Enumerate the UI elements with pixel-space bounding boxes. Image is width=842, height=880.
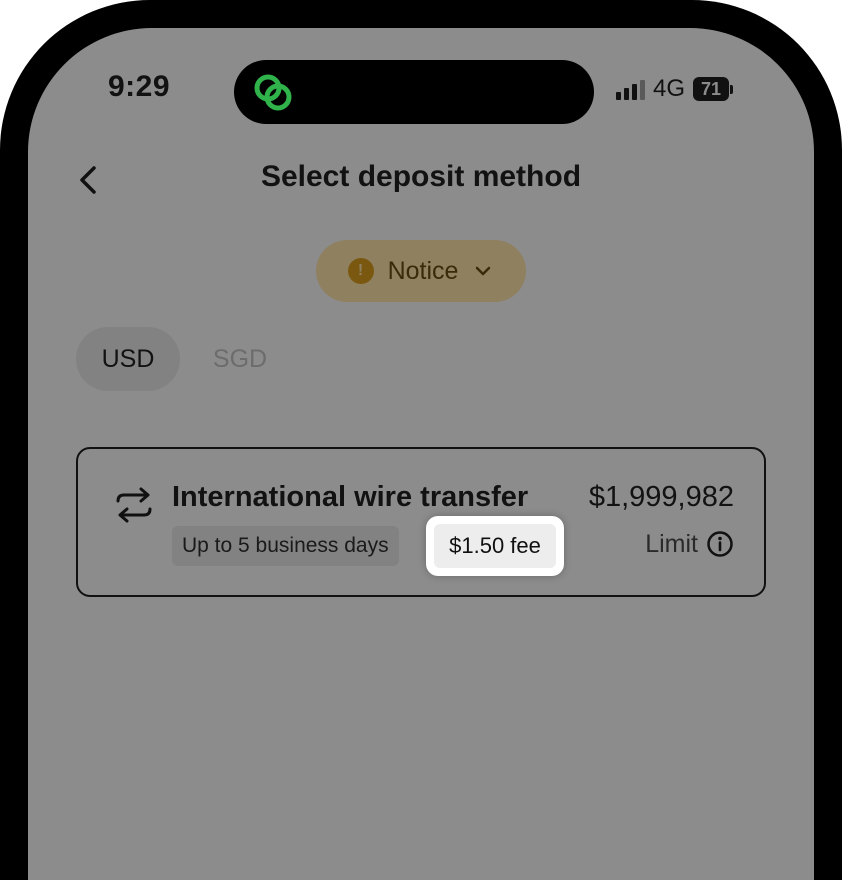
status-indicators: 4G 71: [616, 74, 734, 104]
page-title: Select deposit method: [260, 160, 582, 193]
notice-label: Notice: [387, 256, 459, 285]
tab-usd[interactable]: USD: [76, 327, 180, 391]
fee-highlight: $1.50 fee: [426, 516, 564, 576]
signal-icon: [616, 78, 645, 100]
battery-level: 71: [693, 77, 730, 101]
phone-frame: 9:29 4G 71 Select deposit method ! Notic…: [0, 0, 842, 880]
chevron-down-icon: [476, 266, 491, 276]
notice-dropdown[interactable]: ! Notice: [316, 240, 526, 302]
method-amount: $1,999,982: [588, 481, 734, 513]
status-time: 9:29: [108, 70, 171, 103]
tab-sgd[interactable]: SGD: [204, 327, 276, 391]
linked-rings-icon: [254, 74, 292, 111]
transfer-arrows-icon: [116, 487, 152, 523]
fee-badge: $1.50 fee: [434, 524, 556, 568]
limit-label: Limit: [645, 529, 698, 558]
method-title: International wire transfer: [172, 481, 529, 513]
duration-badge: Up to 5 business days: [172, 526, 399, 566]
network-label: 4G: [653, 75, 686, 102]
battery-icon: 71: [693, 77, 734, 101]
wire-transfer-card[interactable]: International wire transfer $1,999,982 U…: [76, 447, 766, 597]
exclamation-icon: !: [347, 258, 374, 284]
app-screen: 9:29 4G 71 Select deposit method ! Notic…: [28, 28, 814, 880]
info-icon: [707, 531, 733, 557]
dynamic-island: [234, 60, 594, 124]
limit-info[interactable]: Limit: [645, 525, 734, 563]
